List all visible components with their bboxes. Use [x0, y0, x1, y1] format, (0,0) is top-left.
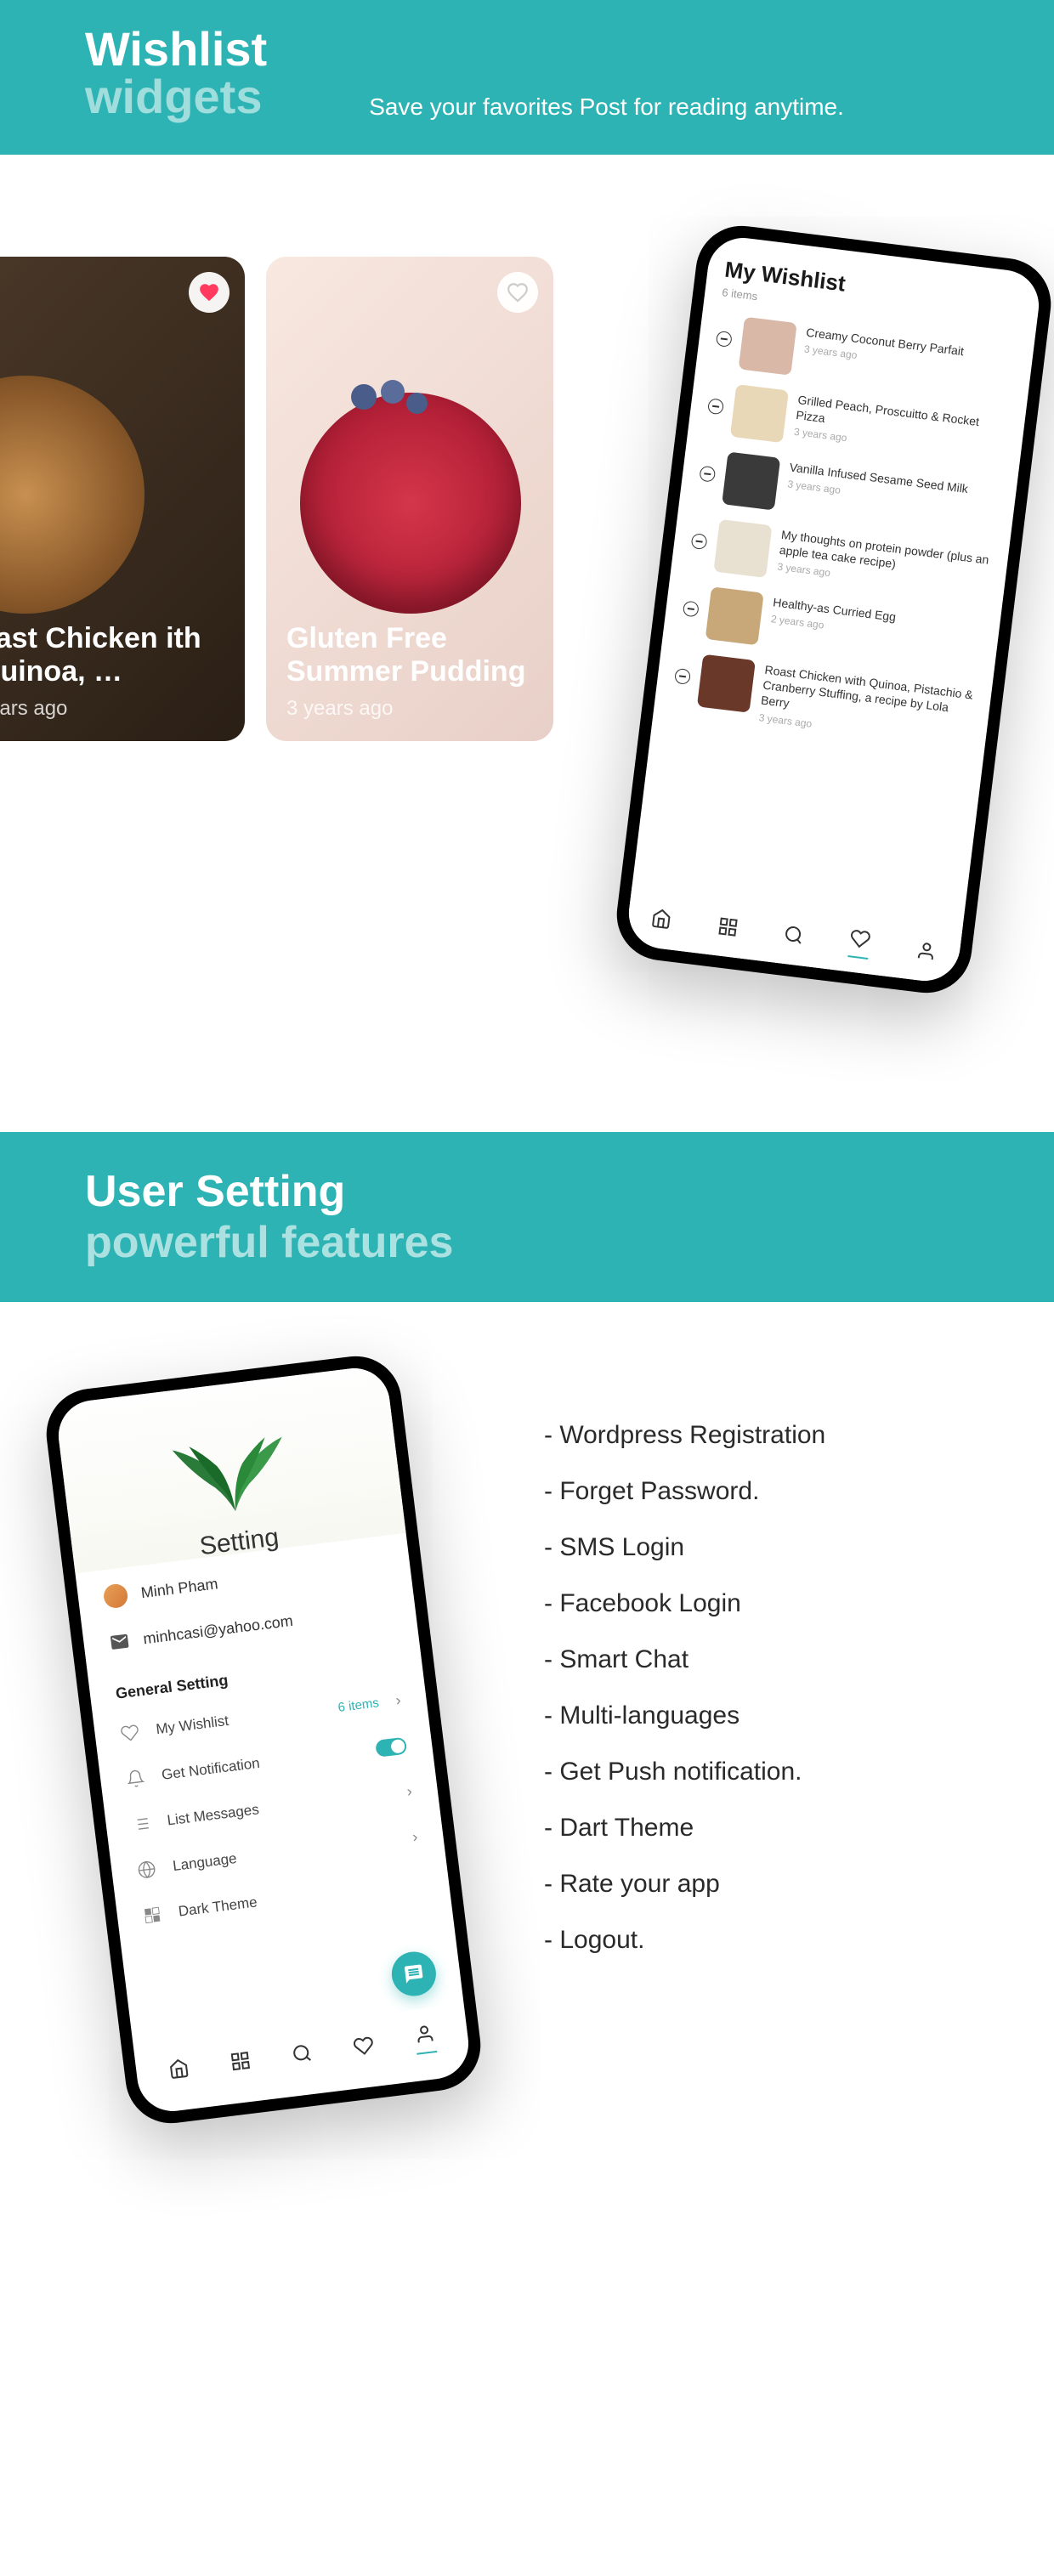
remove-button[interactable]	[691, 533, 708, 550]
heart-icon	[849, 927, 872, 950]
remove-button[interactable]	[699, 466, 716, 483]
user-icon	[413, 2023, 436, 2046]
food-image	[406, 393, 428, 414]
feature-item: - Dart Theme	[544, 1814, 969, 1843]
search-icon[interactable]	[291, 2042, 314, 2065]
wishlist-banner: Wishlist widgets Save your favorites Pos…	[0, 0, 1054, 155]
user-email: minhcasi@yahoo.com	[142, 1611, 294, 1647]
remove-button[interactable]	[707, 398, 724, 415]
remove-button[interactable]	[683, 600, 700, 617]
feature-item: - Multi-languages	[544, 1701, 969, 1730]
feature-item: - SMS Login	[544, 1533, 969, 1562]
heart-icon	[198, 281, 220, 303]
recipe-cards: oast Chicken ith Quinoa, … years ago Glu…	[0, 257, 553, 979]
food-image	[351, 384, 377, 410]
tab-bar	[144, 2005, 459, 2102]
chevron-right-icon: ›	[405, 1782, 413, 1801]
chevron-right-icon: ›	[411, 1827, 419, 1846]
food-image	[0, 376, 144, 614]
recipe-card[interactable]: oast Chicken ith Quinoa, … years ago	[0, 257, 245, 741]
banner2-subtitle: powerful features	[85, 1217, 969, 1268]
settings-banner: User Setting powerful features	[0, 1132, 1054, 1302]
feature-item: - Smart Chat	[544, 1645, 969, 1674]
chat-icon	[403, 1962, 426, 1985]
card-time: years ago	[0, 697, 224, 721]
banner-subtitle: widgets	[85, 73, 267, 121]
home-icon[interactable]	[167, 2058, 190, 2081]
chat-fab[interactable]	[389, 1950, 439, 1999]
feature-item: - Get Push notification.	[544, 1758, 969, 1786]
globe-icon	[136, 1860, 157, 1881]
theme-icon	[142, 1905, 163, 1926]
avatar	[102, 1582, 128, 1609]
feature-item: - Facebook Login	[544, 1589, 969, 1618]
banner-title: Wishlist	[85, 25, 267, 73]
notification-toggle[interactable]	[375, 1737, 407, 1758]
grid-icon[interactable]	[230, 2050, 252, 2073]
feature-item: - Rate your app	[544, 1870, 969, 1899]
food-image	[381, 380, 405, 404]
heart-icon[interactable]	[352, 2035, 375, 2058]
wishlist-badge: 6 items	[337, 1696, 380, 1715]
heart-icon	[507, 281, 529, 303]
plant-icon	[148, 1409, 312, 1529]
grid-icon[interactable]	[717, 915, 740, 938]
list-icon	[131, 1814, 152, 1835]
user-tab[interactable]	[413, 2023, 437, 2055]
bell-icon	[125, 1768, 146, 1789]
feature-item: - Forget Password.	[544, 1477, 969, 1506]
mail-icon	[108, 1630, 131, 1653]
favorite-button[interactable]	[497, 272, 538, 313]
search-icon[interactable]	[783, 924, 806, 947]
banner2-title: User Setting	[85, 1166, 969, 1217]
phone-mockup-wishlist: My Wishlist 6 items Creamy Coconut Berry…	[612, 221, 1054, 999]
remove-button[interactable]	[674, 668, 691, 685]
card-time: 3 years ago	[286, 697, 533, 721]
row-label: My Wishlist	[155, 1701, 322, 1739]
banner-description: Save your favorites Post for reading any…	[369, 93, 844, 121]
item-thumbnail	[697, 654, 756, 713]
card-title: Gluten Free Summer Pudding	[286, 622, 533, 688]
home-icon[interactable]	[650, 908, 673, 931]
item-thumbnail	[713, 519, 772, 578]
wishlist-section: oast Chicken ith Quinoa, … years ago Glu…	[0, 155, 1054, 1132]
favorite-button[interactable]	[189, 272, 230, 313]
chevron-right-icon: ›	[394, 1691, 402, 1710]
feature-item: - Logout.	[544, 1926, 969, 1955]
user-name: Minh Pham	[140, 1575, 219, 1602]
heart-icon	[120, 1723, 141, 1744]
user-icon[interactable]	[915, 940, 938, 963]
feature-item: - Wordpress Registration	[544, 1421, 969, 1450]
item-thumbnail	[739, 317, 797, 376]
food-image	[300, 393, 521, 614]
item-thumbnail	[722, 451, 780, 510]
settings-section: Setting Minh Pham minhcasi@yahoo.com Gen…	[0, 1302, 1054, 2177]
features-list: - Wordpress Registration - Forget Passwor…	[544, 1370, 969, 2109]
card-title: oast Chicken ith Quinoa, …	[0, 622, 224, 688]
item-thumbnail	[730, 384, 789, 443]
item-thumbnail	[706, 586, 764, 645]
wishlist-tab[interactable]	[848, 927, 872, 960]
phone-mockup-settings: Setting Minh Pham minhcasi@yahoo.com Gen…	[42, 1351, 486, 2129]
remove-button[interactable]	[716, 331, 733, 348]
recipe-card[interactable]: Gluten Free Summer Pudding 3 years ago	[266, 257, 553, 741]
